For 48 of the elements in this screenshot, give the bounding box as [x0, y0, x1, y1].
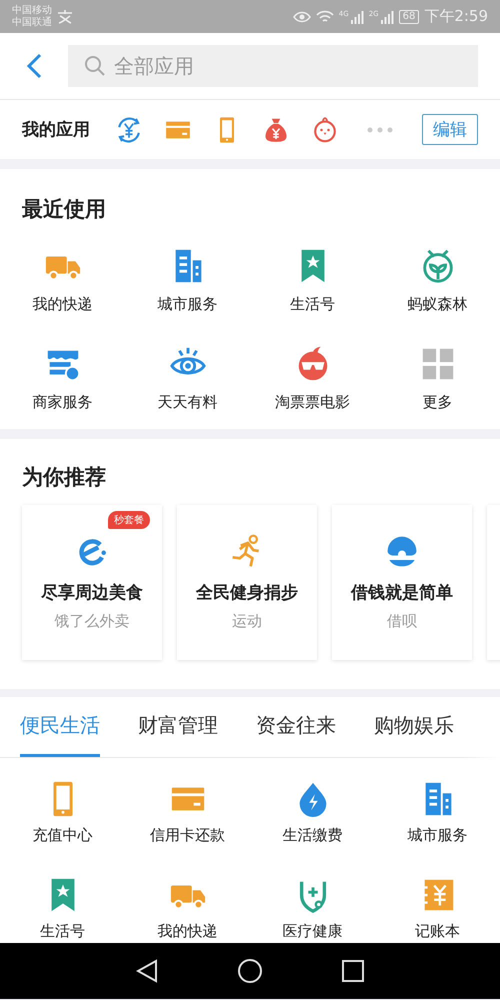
- app-label[interactable]: 城市服务: [158, 295, 218, 314]
- app-label[interactable]: 城市服务: [408, 826, 468, 845]
- app-notification-icon: [56, 10, 74, 24]
- clock-time: 下午2:59: [424, 7, 488, 26]
- carrier-name: 中国移动: [12, 4, 52, 16]
- app-label[interactable]: 淘票票电影: [275, 393, 350, 412]
- section-title: 最近使用: [22, 196, 106, 223]
- category-tab[interactable]: 财富管理: [138, 697, 218, 757]
- app-label[interactable]: 天天有料: [158, 393, 218, 412]
- app-label[interactable]: 我的快递: [32, 295, 92, 314]
- card-subtitle: 饿了么外卖: [54, 612, 130, 631]
- wifi-icon: [316, 10, 334, 24]
- home-nav-icon[interactable]: [238, 959, 262, 983]
- card-subtitle: 借呗: [387, 612, 417, 631]
- app-label[interactable]: 我的快递: [158, 922, 218, 941]
- app-label[interactable]: 记账本: [415, 922, 460, 941]
- category-tab[interactable]: 便民生活: [20, 697, 100, 757]
- edit-button[interactable]: 编辑: [422, 114, 478, 145]
- signal-icon: [350, 10, 364, 24]
- app-label[interactable]: 生活号: [40, 922, 85, 941]
- carrier-name: 中国联通: [12, 16, 52, 28]
- recommendation-card[interactable]: 全民健身捐步 运动: [177, 505, 317, 660]
- app-label[interactable]: 充值中心: [32, 826, 92, 845]
- recents-nav-icon[interactable]: [342, 960, 364, 982]
- app-label[interactable]: 蚂蚁森林: [408, 295, 468, 314]
- card-title: 全民健身捐步: [196, 582, 298, 604]
- app-label[interactable]: 医疗健康: [282, 922, 342, 941]
- signal-icon: [380, 10, 394, 24]
- search-field[interactable]: 全部应用: [68, 45, 478, 87]
- eye-icon: [292, 10, 311, 22]
- back-nav-icon[interactable]: [136, 959, 158, 983]
- promo-badge: 秒套餐: [108, 511, 150, 529]
- section-title: 我的应用: [22, 119, 90, 141]
- app-label[interactable]: 更多: [422, 393, 452, 412]
- app-label[interactable]: 商家服务: [32, 393, 92, 412]
- battery-level: 68: [398, 10, 420, 24]
- app-label[interactable]: 生活号: [290, 295, 335, 314]
- card-subtitle: 运动: [232, 612, 262, 631]
- search-icon: [84, 55, 106, 77]
- app-label[interactable]: 生活缴费: [282, 826, 342, 845]
- app-label[interactable]: 信用卡还款: [150, 826, 225, 845]
- category-tab[interactable]: 资金往来: [256, 697, 336, 757]
- card-title: 尽享周边美食: [41, 582, 143, 604]
- section-title: 为你推荐: [22, 464, 106, 491]
- category-tab[interactable]: 购物娱乐: [374, 697, 454, 757]
- card-title: 借钱就是简单: [351, 582, 453, 604]
- recommendation-card[interactable]: 借钱就是简单 借呗: [332, 505, 472, 660]
- recommendation-card[interactable]: 秒套餐 尽享周边美食 饿了么外卖: [22, 505, 162, 660]
